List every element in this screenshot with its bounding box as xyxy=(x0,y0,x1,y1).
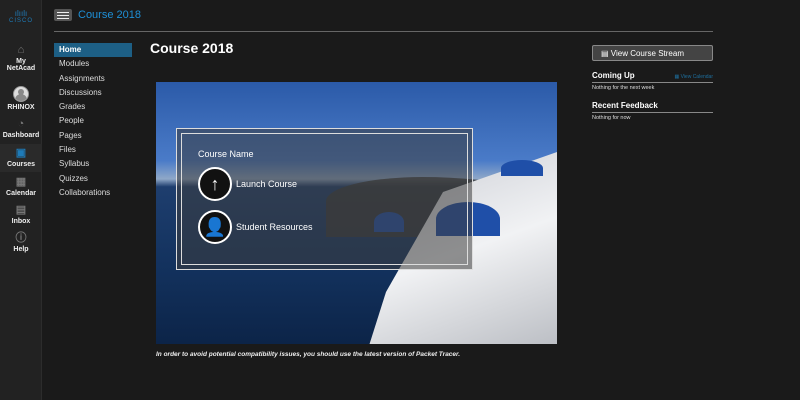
course-nav-modules[interactable]: Modules xyxy=(54,57,132,71)
cisco-logo[interactable]: ılıılı CISCO xyxy=(0,10,42,25)
view-course-stream-button[interactable]: ▤ View Course Stream xyxy=(592,45,713,61)
course-nav-home[interactable]: Home xyxy=(54,43,132,58)
avatar xyxy=(13,86,29,102)
menu-toggle-button[interactable] xyxy=(54,9,72,21)
course-nav-assignments[interactable]: Assignments xyxy=(54,72,132,86)
student-resources-button[interactable]: 👤 Student Resources xyxy=(198,210,313,244)
breadcrumb[interactable]: Course 2018 xyxy=(78,9,141,21)
recent-feedback-heading: Recent Feedback xyxy=(592,101,658,110)
view-calendar-link[interactable]: ▦ View Calendar xyxy=(674,74,713,80)
dashboard-icon: ◔ xyxy=(17,118,25,130)
course-nav-grades[interactable]: Grades xyxy=(54,100,132,114)
nav-inbox[interactable]: ▤ Inbox xyxy=(0,204,42,225)
calendar-icon: ▦ xyxy=(15,176,27,188)
coming-up-text: Nothing for the next week xyxy=(592,85,655,91)
course-nav-pages[interactable]: Pages xyxy=(54,129,132,143)
course-nav-discussions[interactable]: Discussions xyxy=(54,86,132,100)
nav-account[interactable]: RHINOX xyxy=(0,86,42,111)
stream-icon: ▤ xyxy=(601,49,611,58)
compatibility-note: In order to avoid potential compatibilit… xyxy=(156,351,461,358)
nav-dashboard[interactable]: ◔ Dashboard xyxy=(0,118,42,139)
course-name: Course Name xyxy=(198,149,254,159)
course-nav-files[interactable]: Files xyxy=(54,143,132,157)
course-nav: Home Modules Assignments Discussions Gra… xyxy=(54,43,132,200)
nav-help[interactable]: ⓘ Help xyxy=(0,232,42,253)
nav-calendar[interactable]: ▦ Calendar xyxy=(0,176,42,197)
course-nav-collaborations[interactable]: Collaborations xyxy=(54,186,132,200)
page-title: Course 2018 xyxy=(150,40,234,56)
help-icon: ⓘ xyxy=(15,232,27,244)
course-nav-people[interactable]: People xyxy=(54,114,132,128)
feedback-text: Nothing for now xyxy=(592,115,631,121)
dome xyxy=(501,160,543,176)
course-panel: Course Name ↑ Launch Course 👤 Student Reso… xyxy=(176,128,473,270)
inbox-icon: ▤ xyxy=(15,204,27,216)
person-icon: 👤 xyxy=(198,210,232,244)
top-bar: Course 2018 xyxy=(54,0,713,32)
course-nav-quizzes[interactable]: Quizzes xyxy=(54,172,132,186)
courses-icon: ▣ xyxy=(15,147,27,159)
home-icon: ⌂ xyxy=(17,44,25,56)
coming-up-heading: Coming Up xyxy=(592,71,635,80)
global-nav: ılıılı CISCO ⌂ My NetAcad RHINOX ◔ Dashboar… xyxy=(0,0,42,400)
arrow-up-icon: ↑ xyxy=(198,167,232,201)
right-sidebar: ▤ View Course Stream Coming Up ▦ View Cal… xyxy=(592,45,713,121)
launch-course-button[interactable]: ↑ Launch Course xyxy=(198,167,297,201)
nav-courses[interactable]: ▣ Courses xyxy=(0,144,42,172)
course-nav-syllabus[interactable]: Syllabus xyxy=(54,157,132,171)
nav-my-netacad[interactable]: ⌂ My NetAcad xyxy=(0,44,42,72)
